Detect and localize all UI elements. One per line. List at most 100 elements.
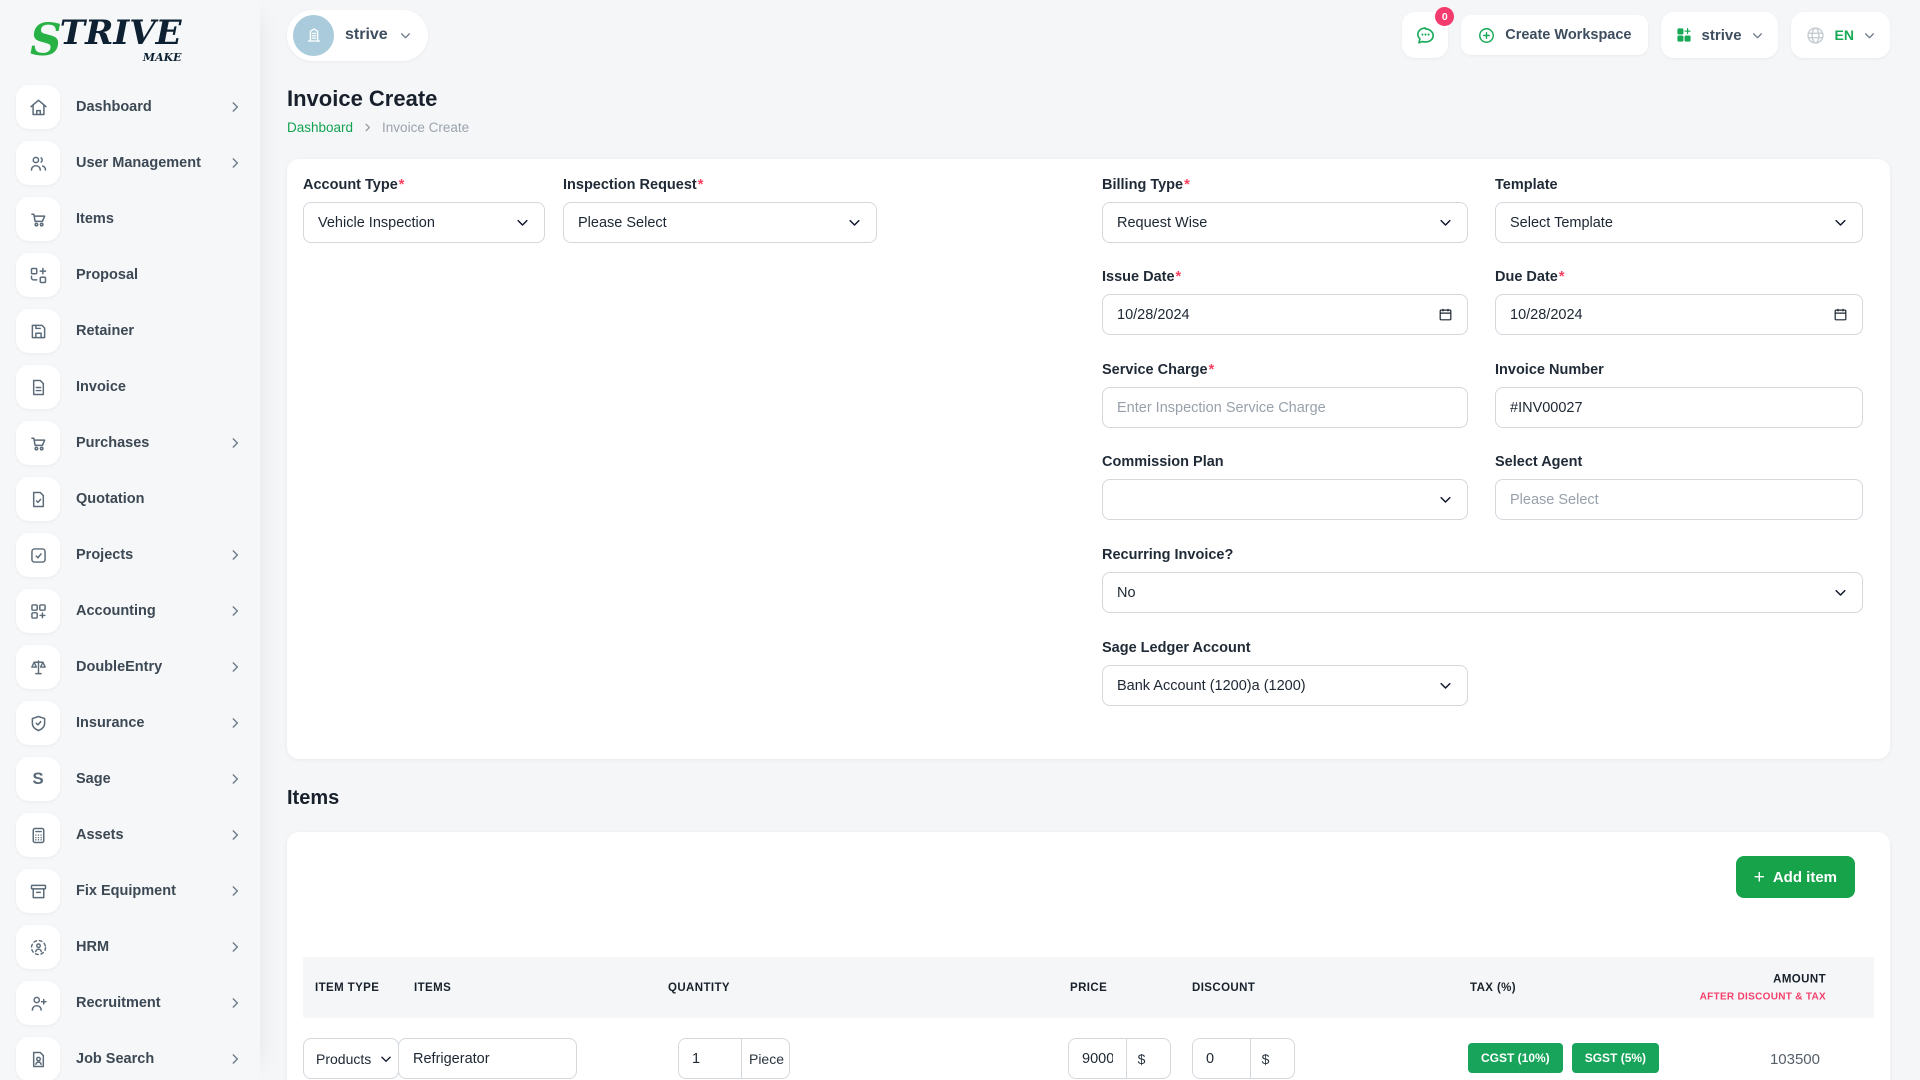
chat-bubble-icon: [1414, 24, 1437, 47]
sidebar-item-fix-equipment[interactable]: Fix Equipment: [16, 869, 244, 913]
create-workspace-button[interactable]: Create Workspace: [1461, 15, 1647, 55]
plus-circle-icon: [1477, 26, 1496, 45]
required-asterisk: *: [399, 177, 405, 193]
create-workspace-label: Create Workspace: [1505, 27, 1631, 43]
account-name: strive: [1702, 27, 1742, 44]
chevron-down-icon: [515, 215, 530, 230]
sidebar-item-label: DoubleEntry: [76, 659, 228, 675]
sidebar-item-label: Quotation: [76, 491, 244, 507]
service-charge-field: Service Charge*: [1102, 362, 1468, 428]
checkbox-icon: [16, 533, 60, 577]
required-asterisk: *: [1559, 269, 1565, 285]
language-selector[interactable]: EN: [1791, 12, 1890, 58]
add-item-button[interactable]: + Add item: [1736, 856, 1855, 898]
recurring-invoice-select[interactable]: No: [1102, 572, 1863, 613]
price-input[interactable]: [1069, 1039, 1126, 1078]
sidebar-item-label: Purchases: [76, 435, 228, 451]
select-agent-label: Select Agent: [1495, 454, 1582, 470]
sidebar-item-accounting[interactable]: Accounting: [16, 589, 244, 633]
sidebar-item-hrm[interactable]: HRM: [16, 925, 244, 969]
topbar: strive 0 Create Workspace strive: [260, 0, 1920, 70]
sidebar-item-projects[interactable]: Projects: [16, 533, 244, 577]
billing-type-select[interactable]: Request Wise: [1102, 202, 1468, 243]
modules-grid-icon: [1675, 26, 1693, 44]
sidebar-item-job-search[interactable]: Job Search: [16, 1037, 244, 1080]
due-date-input[interactable]: 10/28/2024: [1495, 294, 1863, 335]
account-type-label: Account Type: [303, 177, 398, 193]
tax-badge-cgst[interactable]: CGST (10%): [1468, 1043, 1563, 1073]
breadcrumb-dashboard-link[interactable]: Dashboard: [287, 120, 353, 135]
sage-ledger-account-field: Sage Ledger Account Bank Account (1200)a…: [1102, 640, 1468, 706]
chevron-right-icon: [228, 772, 242, 786]
sage-ledger-account-label: Sage Ledger Account: [1102, 640, 1251, 656]
discount-input[interactable]: [1193, 1039, 1250, 1078]
template-field: Template Select Template: [1495, 177, 1863, 243]
chevron-right-icon: [228, 100, 242, 114]
quantity-input[interactable]: [679, 1039, 741, 1078]
commission-plan-select[interactable]: [1102, 479, 1468, 520]
required-asterisk: *: [1184, 177, 1190, 193]
sage-s-icon: S: [16, 757, 60, 801]
sidebar-item-label: Assets: [76, 827, 228, 843]
sidebar-menu: Dashboard User Management Items Proposal: [0, 85, 260, 1080]
commission-plan-label: Commission Plan: [1102, 454, 1224, 470]
person-plus-icon: [16, 981, 60, 1025]
account-menu[interactable]: strive: [1661, 12, 1778, 58]
sidebar-item-proposal[interactable]: Proposal: [16, 253, 244, 297]
table-row-item-type-select[interactable]: Products: [303, 1038, 399, 1079]
chevron-down-icon: [1438, 215, 1453, 230]
sidebar-item-insurance[interactable]: Insurance: [16, 701, 244, 745]
column-header-item-type: ITEM TYPE: [315, 982, 379, 994]
due-date-field: Due Date* 10/28/2024: [1495, 269, 1863, 335]
shield-check-icon: [16, 701, 60, 745]
sidebar-item-retainer[interactable]: Retainer: [16, 309, 244, 353]
price-currency: $: [1126, 1039, 1156, 1078]
sidebar-item-recruitment[interactable]: Recruitment: [16, 981, 244, 1025]
inspection-request-select[interactable]: Please Select: [563, 202, 877, 243]
billing-type-field: Billing Type* Request Wise: [1102, 177, 1468, 243]
messages-button[interactable]: 0: [1402, 12, 1448, 58]
sidebar-item-sage[interactable]: S Sage: [16, 757, 244, 801]
save-icon: [16, 309, 60, 353]
workspace-selector[interactable]: strive: [287, 10, 428, 61]
template-label: Template: [1495, 177, 1558, 193]
column-header-price: PRICE: [1070, 982, 1107, 994]
sidebar-item-label: Insurance: [76, 715, 228, 731]
required-asterisk: *: [1209, 362, 1215, 378]
sage-ledger-account-select[interactable]: Bank Account (1200)a (1200): [1102, 665, 1468, 706]
service-charge-input[interactable]: [1102, 387, 1468, 428]
tax-badge-sgst[interactable]: SGST (5%): [1572, 1043, 1659, 1073]
notification-badge: 0: [1435, 7, 1454, 26]
sidebar-item-purchases[interactable]: Purchases: [16, 421, 244, 465]
breadcrumb-current: Invoice Create: [382, 120, 469, 135]
logo-s-glyph: S: [30, 19, 60, 63]
template-select[interactable]: Select Template: [1495, 202, 1863, 243]
topbar-actions: 0 Create Workspace strive EN: [1402, 12, 1890, 58]
account-type-select[interactable]: Vehicle Inspection: [303, 202, 545, 243]
sidebar-item-items[interactable]: Items: [16, 197, 244, 241]
issue-date-field: Issue Date* 10/28/2024: [1102, 269, 1468, 335]
sidebar-item-label: Recruitment: [76, 995, 228, 1011]
sidebar-item-label: Invoice: [76, 379, 244, 395]
discount-currency: $: [1250, 1039, 1280, 1078]
app-logo[interactable]: S TRIVE MAKE: [0, 0, 260, 63]
sidebar-item-dashboard[interactable]: Dashboard: [16, 85, 244, 129]
sidebar-item-quotation[interactable]: Quotation: [16, 477, 244, 521]
breadcrumb: Dashboard Invoice Create: [287, 120, 1890, 135]
issue-date-input[interactable]: 10/28/2024: [1102, 294, 1468, 335]
chevron-down-icon: [847, 215, 862, 230]
sidebar-item-doubleentry[interactable]: DoubleEntry: [16, 645, 244, 689]
chevron-right-icon: [228, 436, 242, 450]
invoice-form-card: Account Type* Vehicle Inspection Inspect…: [287, 159, 1890, 759]
chevron-right-icon: [362, 122, 373, 133]
sidebar-item-assets[interactable]: Assets: [16, 813, 244, 857]
sidebar: S TRIVE MAKE Dashboard User Management I…: [0, 0, 260, 1080]
chevron-down-icon: [379, 1052, 393, 1066]
table-row-item-name-input[interactable]: [398, 1038, 577, 1079]
invoice-number-input[interactable]: [1495, 387, 1863, 428]
sidebar-item-user-management[interactable]: User Management: [16, 141, 244, 185]
chevron-down-icon: [1833, 585, 1848, 600]
select-agent-input[interactable]: [1495, 479, 1863, 520]
calendar-icon: [1833, 307, 1848, 322]
sidebar-item-invoice[interactable]: Invoice: [16, 365, 244, 409]
